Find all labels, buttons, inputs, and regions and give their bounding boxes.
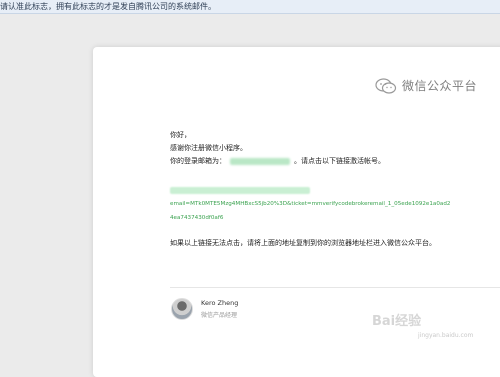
login-label: 你的登录邮箱为：	[170, 157, 226, 165]
fallback-instruction: 如果以上链接无法点击，请将上面的地址复制到你的浏览器地址栏进入微信公众平台。	[170, 239, 436, 247]
signature-name: Kero Zheng	[201, 299, 239, 307]
divider	[170, 287, 500, 288]
greeting: 你好，	[170, 131, 191, 139]
signature-title: 微信产品经理	[201, 312, 238, 319]
thanks-text: 感谢你注册微信小程序。	[170, 144, 247, 152]
watermark-url: jingyan.baidu.com	[418, 332, 474, 339]
brand-name: 微信公众平台	[402, 79, 478, 93]
wechat-logo-icon	[375, 77, 397, 94]
brand-header: 微信公众平台	[375, 77, 477, 94]
login-suffix: 。请点击以下链接激活帐号。	[294, 157, 385, 165]
notice-bar: 请认准此标志，拥有此标志的才是发自腾讯公司的系统邮件。	[0, 0, 500, 14]
redacted-email	[230, 157, 290, 165]
notice-text: 请认准此标志，拥有此标志的才是发自腾讯公司的系统邮件。	[0, 2, 216, 11]
watermark-text: Bai经验	[372, 314, 422, 329]
watermark: Bai经验	[372, 310, 421, 329]
activation-link-line1[interactable]: email=MTk0MTE5Mzg4MHBxcS5jb20%3D&ticket=…	[170, 200, 450, 208]
avatar	[171, 298, 193, 320]
email-card: 微信公众平台 你好， 感谢你注册微信小程序。 你的登录邮箱为： 。请点击以下链接激…	[93, 47, 500, 377]
activation-link-line2[interactable]: 4ea7437430df0af6	[170, 214, 223, 222]
redacted-link-prefix	[170, 187, 310, 194]
login-email-line: 你的登录邮箱为： 。请点击以下链接激活帐号。	[170, 157, 385, 166]
